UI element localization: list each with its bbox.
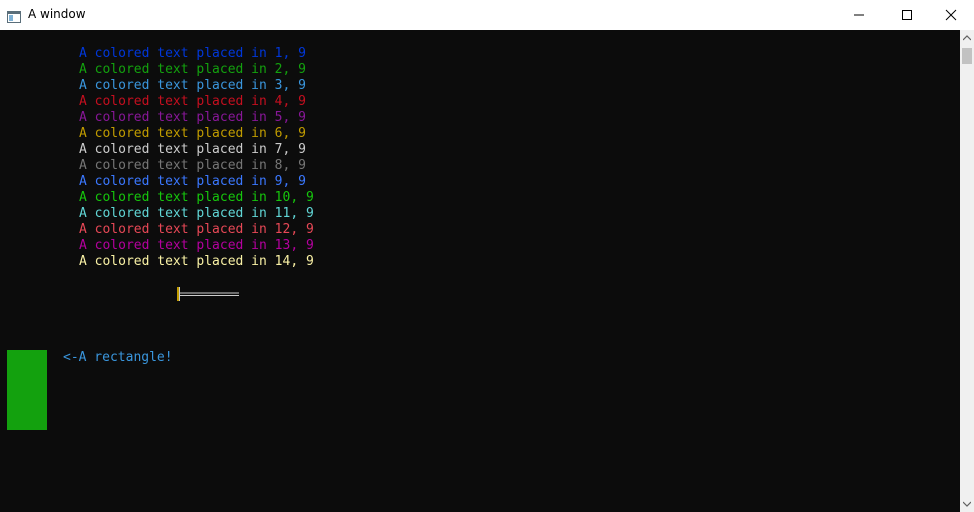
maximize-button[interactable] <box>884 0 930 30</box>
minimize-icon <box>854 14 864 16</box>
console-window-icon <box>7 8 21 23</box>
vertical-scrollbar[interactable] <box>960 30 974 512</box>
scroll-down-arrow-icon <box>963 501 971 507</box>
colored-text-line: A colored text placed in 10, 9 <box>79 190 314 205</box>
colored-text-line: A colored text placed in 14, 9 <box>79 254 314 269</box>
colored-text-line: A colored text placed in 9, 9 <box>79 174 306 189</box>
colored-text-line: A colored text placed in 11, 9 <box>79 206 314 221</box>
colored-text-line: A colored text placed in 3, 9 <box>79 78 306 93</box>
colored-text-line: A colored text placed in 13, 9 <box>79 238 314 253</box>
colored-text-line: A colored text placed in 2, 9 <box>79 62 306 77</box>
maximize-icon <box>902 10 912 20</box>
scroll-thumb[interactable] <box>962 48 972 64</box>
close-button[interactable] <box>928 0 974 30</box>
window-title: A window <box>28 7 86 21</box>
colored-text-line: A colored text placed in 8, 9 <box>79 158 306 173</box>
console-area[interactable]: A colored text placed in 1, 9A colored t… <box>0 30 960 512</box>
scroll-down-button[interactable] <box>960 496 974 512</box>
green-rectangle <box>7 350 47 430</box>
title-bar[interactable]: A window <box>0 0 974 30</box>
close-icon <box>945 9 957 21</box>
colored-text-line: A colored text placed in 12, 9 <box>79 222 314 237</box>
text-cursor-widget <box>177 287 239 301</box>
minimize-button[interactable] <box>836 0 882 30</box>
colored-text-line: A colored text placed in 4, 9 <box>79 94 306 109</box>
colored-text-line: A colored text placed in 6, 9 <box>79 126 306 141</box>
colored-text-line: A colored text placed in 1, 9 <box>79 46 306 61</box>
scroll-up-arrow-icon <box>963 35 971 41</box>
rectangle-label: <-A rectangle! <box>63 350 173 365</box>
scroll-up-button[interactable] <box>960 30 974 46</box>
colored-text-line: A colored text placed in 7, 9 <box>79 142 306 157</box>
colored-text-line: A colored text placed in 5, 9 <box>79 110 306 125</box>
